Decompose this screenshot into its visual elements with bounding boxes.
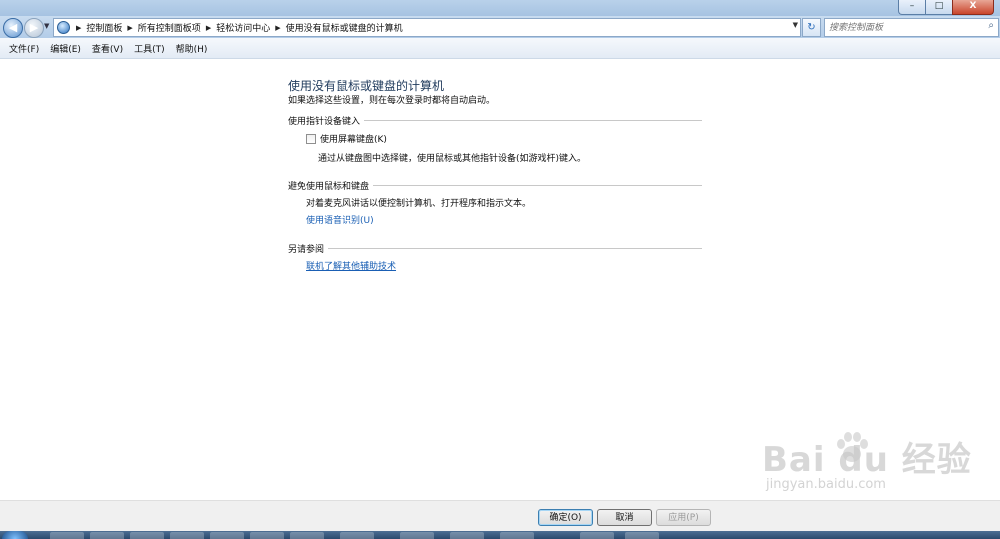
refresh-button[interactable]: ↻	[802, 18, 821, 37]
taskbar-app-icon[interactable]	[130, 532, 164, 539]
start-button[interactable]	[2, 531, 28, 539]
on-screen-keyboard-note: 通过从键盘图中选择键，使用鼠标或其他指针设备(如游戏杆)键入。	[318, 154, 587, 164]
taskbar-app-icon[interactable]	[50, 532, 84, 539]
control-panel-icon	[57, 21, 70, 34]
menu-tools[interactable]: 工具(T)	[134, 42, 165, 55]
taskbar-app-icon[interactable]	[250, 532, 284, 539]
breadcrumb-separator-icon[interactable]: ▶	[125, 24, 134, 32]
back-button[interactable]: ◀	[3, 18, 23, 38]
section-heading-label: 另请参阅	[288, 245, 325, 255]
section-divider	[373, 185, 702, 186]
window-controls: – □ X	[898, 0, 994, 15]
search-input[interactable]	[825, 20, 979, 35]
breadcrumb-current-page[interactable]: 使用没有鼠标或键盘的计算机	[283, 21, 406, 34]
speech-recognition-link[interactable]: 使用语音识别(U)	[306, 213, 374, 226]
address-bar[interactable]: ▶ 控制面板 ▶ 所有控制面板项 ▶ 轻松访问中心 ▶ 使用没有鼠标或键盘的计算…	[53, 18, 801, 37]
title-bar: – □ X	[0, 0, 1000, 16]
menu-help[interactable]: 帮助(H)	[176, 42, 208, 55]
menu-view[interactable]: 查看(V)	[92, 42, 123, 55]
section-heading-avoid-mouse-keyboard: 避免使用鼠标和键盘	[288, 179, 702, 192]
minimize-button[interactable]: –	[898, 0, 925, 15]
breadcrumb-separator-icon[interactable]: ▶	[204, 24, 213, 32]
menu-edit[interactable]: 编辑(E)	[50, 42, 81, 55]
breadcrumb-separator-icon[interactable]: ▶	[273, 24, 282, 32]
maximize-button[interactable]: □	[925, 0, 952, 15]
breadcrumb-ease-of-access[interactable]: 轻松访问中心	[213, 21, 273, 34]
on-screen-keyboard-checkbox[interactable]	[306, 133, 316, 144]
baidu-jingyan-watermark: Bai du 经验 jingyan.baidu.com	[762, 432, 972, 492]
apply-button[interactable]: 应用(P)	[656, 509, 711, 526]
on-screen-keyboard-option[interactable]: 使用屏幕键盘(K)	[306, 132, 387, 145]
taskbar-app-icon[interactable]	[500, 532, 534, 539]
page-description: 如果选择这些设置，则在每次登录时都将自动启动。	[288, 96, 496, 106]
breadcrumb-all-items[interactable]: 所有控制面板项	[135, 21, 204, 34]
forward-arrow-icon: ▶	[29, 21, 39, 34]
taskbar-app-icon[interactable]	[580, 532, 614, 539]
speech-recognition-note: 对着麦克风讲话以便控制计算机、打开程序和指示文本。	[306, 199, 532, 209]
section-heading-label: 避免使用鼠标和键盘	[288, 182, 370, 192]
menu-file[interactable]: 文件(F)	[9, 42, 39, 55]
dialog-button-bar: 确定(O) 取消 应用(P)	[0, 500, 1000, 532]
section-heading-label: 使用指针设备键入	[288, 117, 361, 127]
menu-bar: 文件(F) 编辑(E) 查看(V) 工具(T) 帮助(H)	[0, 38, 1000, 59]
close-button[interactable]: X	[952, 0, 994, 15]
navigation-bar: ◀ ▶ ▼ ▶ 控制面板 ▶ 所有控制面板项 ▶ 轻松访问中心 ▶ 使用没有鼠标…	[0, 16, 1000, 38]
refresh-icon: ↻	[807, 22, 816, 33]
page-title: 使用没有鼠标或键盘的计算机	[288, 79, 445, 93]
search-box[interactable]: ⌕	[824, 18, 999, 37]
breadcrumb-separator-icon[interactable]: ▶	[74, 24, 83, 32]
back-arrow-icon: ◀	[8, 21, 18, 34]
taskbar-app-icon[interactable]	[210, 532, 244, 539]
taskbar-app-icon[interactable]	[625, 532, 659, 539]
recent-pages-chevron-icon[interactable]: ▼	[44, 22, 49, 30]
assistive-technology-link[interactable]: 联机了解其他辅助技术	[306, 259, 396, 272]
section-divider	[328, 248, 702, 249]
taskbar-app-icon[interactable]	[290, 532, 324, 539]
ok-button[interactable]: 确定(O)	[538, 509, 593, 526]
breadcrumb-control-panel[interactable]: 控制面板	[83, 21, 125, 34]
taskbar-app-icon[interactable]	[90, 532, 124, 539]
search-icon[interactable]: ⌕	[988, 20, 994, 31]
address-dropdown-icon[interactable]: ▼	[793, 21, 798, 29]
forward-button[interactable]: ▶	[24, 18, 44, 38]
taskbar	[0, 531, 1000, 539]
taskbar-app-icon[interactable]	[170, 532, 204, 539]
paw-logo-icon	[837, 432, 868, 462]
on-screen-keyboard-label[interactable]: 使用屏幕键盘(K)	[320, 132, 387, 145]
section-heading-pointing-device: 使用指针设备键入	[288, 114, 702, 127]
taskbar-app-icon[interactable]	[340, 532, 374, 539]
section-divider	[364, 120, 702, 121]
taskbar-app-icon[interactable]	[450, 532, 484, 539]
taskbar-app-icon[interactable]	[400, 532, 434, 539]
cancel-button[interactable]: 取消	[597, 509, 652, 526]
section-heading-see-also: 另请参阅	[288, 242, 702, 255]
